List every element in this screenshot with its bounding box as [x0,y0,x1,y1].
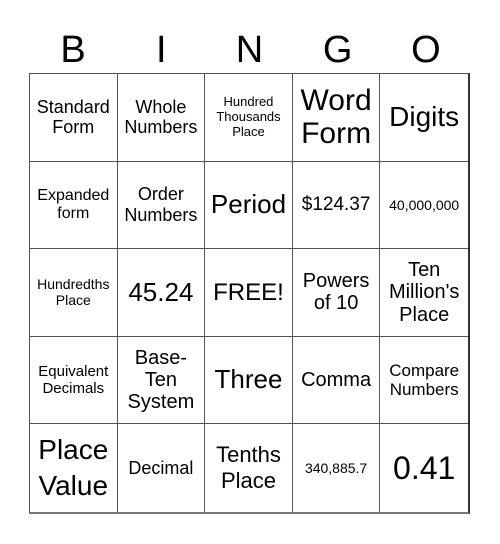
cell-text: $124.37 [301,193,371,215]
bingo-cell[interactable]: Order Numbers [117,161,206,250]
cell-text: Digits [389,101,460,133]
cell-text: Word Form [300,84,372,151]
bingo-cell[interactable]: Word Form [292,74,381,162]
cell-text: Tenths Place [216,441,281,494]
cell-text: Place Value [38,434,109,502]
header-letter-o: O [411,29,441,71]
cell-text: Compare Numbers [389,361,460,400]
header-letter-b: B [60,29,86,71]
cell-text: Whole Numbers [124,96,198,138]
cell-text: Equivalent Decimals [38,362,109,398]
cell-text: Three [214,364,283,395]
bingo-cell[interactable]: Digits [380,74,468,162]
cell-text: FREE! [213,278,284,306]
bingo-cell[interactable]: Comma [292,336,381,425]
bingo-cell[interactable]: 340,885.7 [293,424,381,512]
cell-text: Order Numbers [124,184,198,225]
bingo-cell[interactable]: $124.37 [292,161,381,250]
bingo-cell[interactable]: Standard Form [30,74,118,162]
cell-text: Hundredths Place [37,276,110,309]
header-letter-n: N [235,29,264,71]
bingo-cell[interactable]: Three [205,336,293,425]
bingo-cell[interactable]: Base- Ten System [117,336,206,425]
bingo-cell[interactable]: Ten Million's Place [380,249,468,337]
bingo-cell[interactable]: Period [205,161,293,250]
cell-text: Powers of 10 [302,270,370,315]
cell-text: Period [210,188,287,219]
bingo-cell[interactable]: Decimal [118,424,206,512]
bingo-cell[interactable]: Whole Numbers [117,74,206,162]
bingo-header: B I N G O [29,28,470,73]
cell-text: 45.24 [128,276,194,307]
cell-text: 0.41 [393,449,456,486]
cell-text: 340,885.7 [304,460,368,477]
cell-text: Hundred Thousands Place [216,93,281,139]
bingo-cell[interactable]: 0.41 [380,424,468,512]
bingo-cell[interactable]: Place Value [30,424,118,512]
bingo-cell[interactable]: Expanded form [30,161,118,250]
bingo-cell[interactable]: 40,000,000 [380,162,468,250]
bingo-cell[interactable]: Powers of 10 [292,249,381,337]
bingo-cell[interactable]: 45.24 [117,249,206,337]
bingo-cell free-space[interactable]: FREE! [205,249,293,337]
bingo-cell[interactable]: Hundred Thousands Place [205,74,293,162]
header-letter-i: I [156,29,167,71]
header-letter-g: G [322,29,353,71]
cell-text: Comma [301,368,372,391]
bingo-cell[interactable]: Compare Numbers [380,337,468,425]
cell-text: Decimal [128,457,194,478]
cell-text: Standard Form [36,96,110,138]
cell-text: 40,000,000 [389,196,460,213]
bingo-cell[interactable]: Hundredths Place [30,249,118,337]
cell-text: Ten Million's Place [388,258,460,326]
bingo-cell[interactable]: Tenths Place [205,424,293,512]
cell-text: Expanded form [37,186,110,222]
bingo-cell[interactable]: Equivalent Decimals [30,336,118,425]
cell-text: Base- Ten System [127,346,195,414]
bingo-card-grid: Standard Form Whole Numbers Hundred Thou… [29,73,470,514]
